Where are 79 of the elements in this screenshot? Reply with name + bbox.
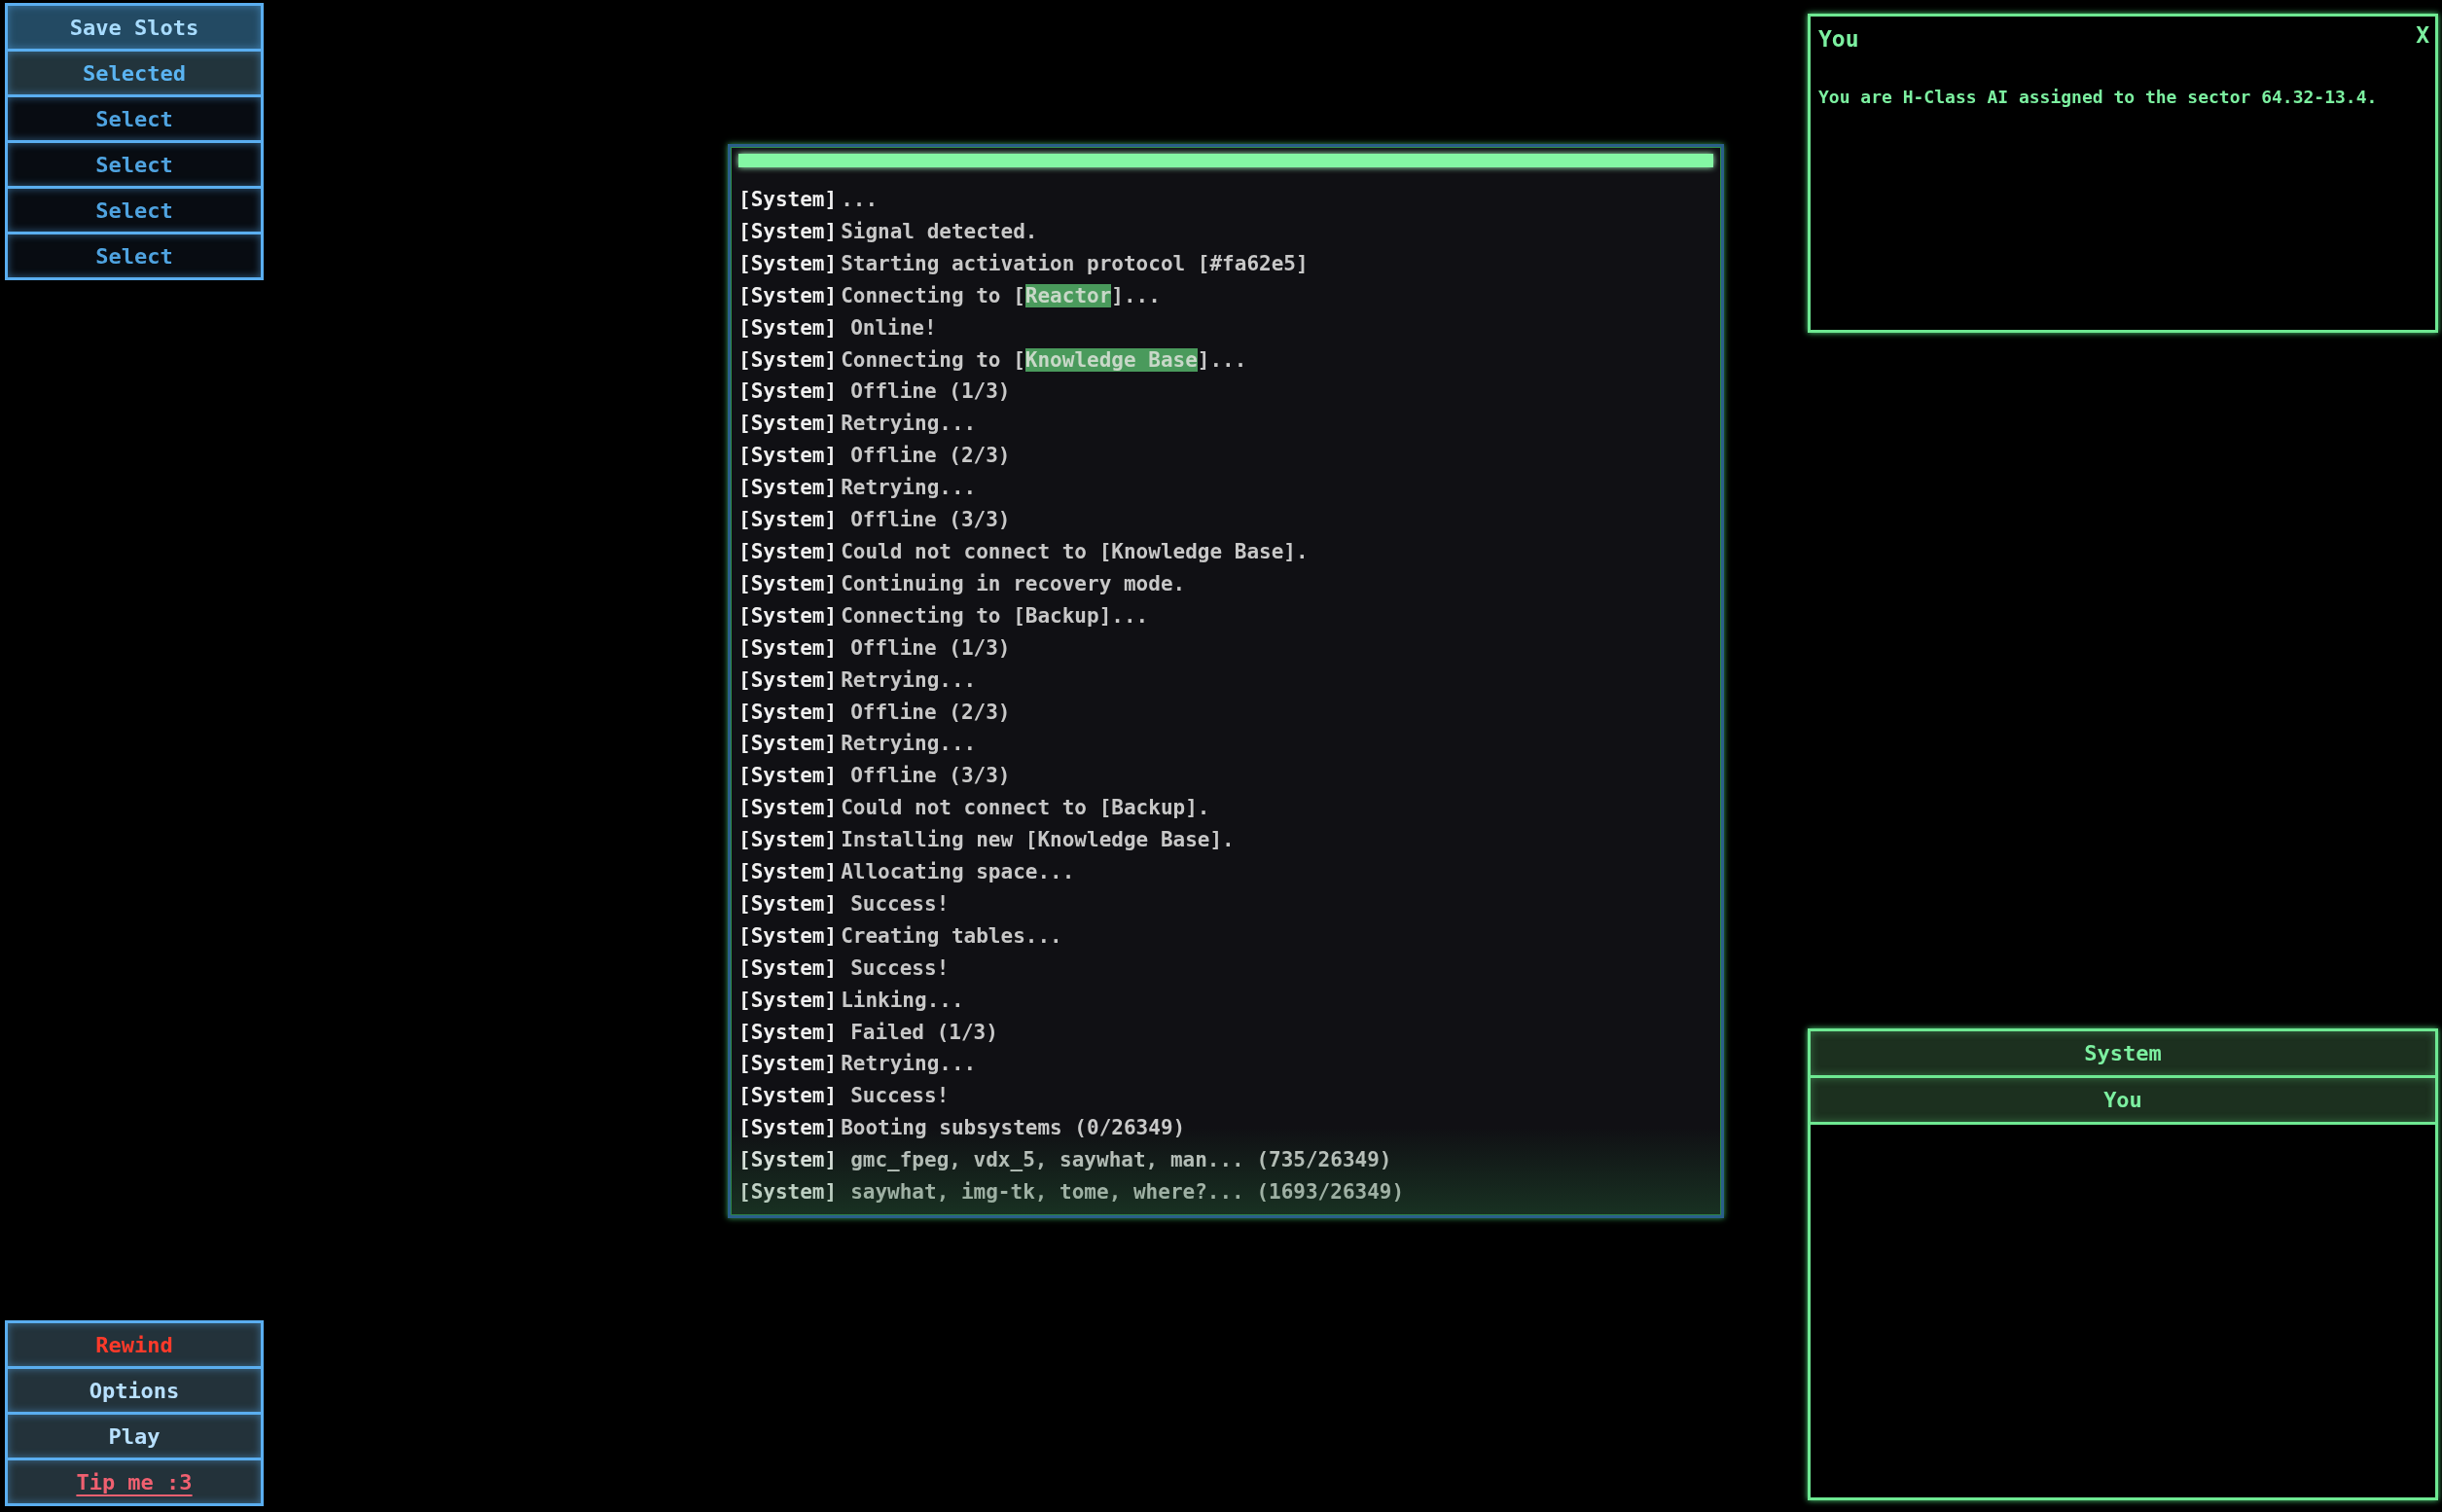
speaker-label: [System] bbox=[738, 443, 838, 470]
log-message: gmc_fpeg, vdx_5, saywhat, man... (735/26349) bbox=[849, 1147, 1392, 1174]
speaker-label: [System] bbox=[738, 411, 838, 438]
log-message: Creating tables... bbox=[841, 922, 1062, 950]
log-message: Retrying... bbox=[841, 731, 977, 758]
speaker-label: [System] bbox=[738, 1147, 838, 1174]
speaker-label: [System] bbox=[738, 475, 838, 502]
log-message: Retrying... bbox=[841, 475, 977, 502]
log-message: Allocating space... bbox=[841, 859, 1075, 886]
speaker-label: [System] bbox=[738, 922, 838, 950]
save-slots-button[interactable]: Save Slots bbox=[5, 3, 264, 52]
speaker-label: [System] bbox=[738, 699, 838, 726]
save-slot-button[interactable]: Select bbox=[5, 186, 264, 234]
save-slot-button[interactable]: Select bbox=[5, 232, 264, 280]
log-message: Retrying... bbox=[841, 411, 977, 438]
speaker-label: [System] bbox=[738, 1115, 838, 1142]
menu-button[interactable]: Options bbox=[5, 1366, 264, 1415]
close-button[interactable]: X bbox=[2416, 22, 2429, 48]
log-message: Could not connect to [Knowledge Base]. bbox=[841, 538, 1309, 565]
log-message: ... bbox=[841, 187, 879, 213]
speaker-label: [System] bbox=[738, 602, 838, 630]
speaker-label: [System] bbox=[738, 954, 838, 982]
speaker-label: [System] bbox=[738, 570, 838, 597]
log-message: Success! bbox=[849, 954, 950, 982]
log-message: Offline (2/3) bbox=[849, 699, 1011, 726]
speaker-label: [System] bbox=[738, 282, 838, 309]
rewind-button[interactable]: Rewind bbox=[5, 1320, 264, 1369]
log-message: Could not connect to [Backup]. bbox=[841, 795, 1210, 822]
log-message: Installing new [Knowledge Base]. bbox=[841, 827, 1235, 854]
log-message: Success! bbox=[849, 890, 950, 918]
log-message: Retrying... bbox=[841, 1051, 977, 1078]
channel-tab[interactable]: System bbox=[1811, 1028, 2435, 1078]
speaker-label: [System] bbox=[738, 795, 838, 822]
log-message: Signal detected. bbox=[841, 218, 1038, 245]
channel-tab[interactable]: You bbox=[1811, 1075, 2435, 1125]
log-message: Retrying... bbox=[841, 666, 977, 694]
speaker-label: [System] bbox=[738, 1019, 838, 1046]
speaker-label: [System] bbox=[738, 314, 838, 342]
menu-button[interactable]: Play bbox=[5, 1412, 264, 1460]
speaker-label: [System] bbox=[738, 987, 838, 1014]
speaker-label: [System] bbox=[738, 507, 838, 534]
speaker-label: [System] bbox=[738, 890, 838, 918]
log-message: Linking... bbox=[841, 987, 964, 1014]
log-message: Continuing in recovery mode. bbox=[841, 570, 1186, 597]
save-slot-button[interactable]: Selected bbox=[5, 49, 264, 97]
log-message: Booting subsystems (0/26349) bbox=[841, 1115, 1186, 1142]
speaker-label: [System] bbox=[738, 859, 838, 886]
speaker-label: [System] bbox=[738, 1051, 838, 1078]
speaker-label: [System] bbox=[738, 378, 838, 406]
speaker-label: [System] bbox=[738, 1179, 838, 1206]
speaker-label: [System] bbox=[738, 250, 838, 277]
log-message: Success! bbox=[849, 1083, 950, 1110]
log-message: saywhat, img-tk, tome, where?... (1693/26349) bbox=[849, 1179, 1405, 1206]
save-slot-button[interactable]: Select bbox=[5, 94, 264, 143]
dialog-message: You are H-Class AI assigned to the sector 64.32-13.4. bbox=[1818, 87, 2379, 107]
speaker-label: [System] bbox=[738, 187, 838, 213]
tip-link[interactable]: Tip me :3 bbox=[5, 1458, 264, 1506]
dialog-title: You bbox=[1818, 26, 1859, 52]
save-slot-button[interactable]: Select bbox=[5, 140, 264, 189]
speaker-label: [System] bbox=[738, 218, 838, 245]
log-message: Connecting to [Knowledge Base]... bbox=[841, 346, 1247, 374]
speaker-label: [System] bbox=[738, 1083, 838, 1110]
speaker-label: [System] bbox=[738, 666, 838, 694]
speaker-label: [System] bbox=[738, 827, 838, 854]
log-message: Online! bbox=[849, 314, 937, 342]
speaker-label: [System] bbox=[738, 538, 838, 565]
log-message: Connecting to [Reactor]... bbox=[841, 282, 1161, 309]
log-message: Offline (1/3) bbox=[849, 634, 1011, 662]
log-message: Offline (2/3) bbox=[849, 443, 1011, 470]
speaker-label: [System] bbox=[738, 763, 838, 790]
log-message: Connecting to [Backup]... bbox=[841, 602, 1149, 630]
speaker-label: [System] bbox=[738, 346, 838, 374]
speaker-label: [System] bbox=[738, 634, 838, 662]
log-message: Offline (3/3) bbox=[849, 507, 1011, 534]
log-message: Offline (1/3) bbox=[849, 378, 1011, 406]
log-message: Failed (1/3) bbox=[849, 1019, 998, 1046]
log-message: Starting activation protocol [#fa62e5] bbox=[841, 250, 1309, 277]
speaker-label: [System] bbox=[738, 731, 838, 758]
log-message: Offline (3/3) bbox=[849, 763, 1011, 790]
